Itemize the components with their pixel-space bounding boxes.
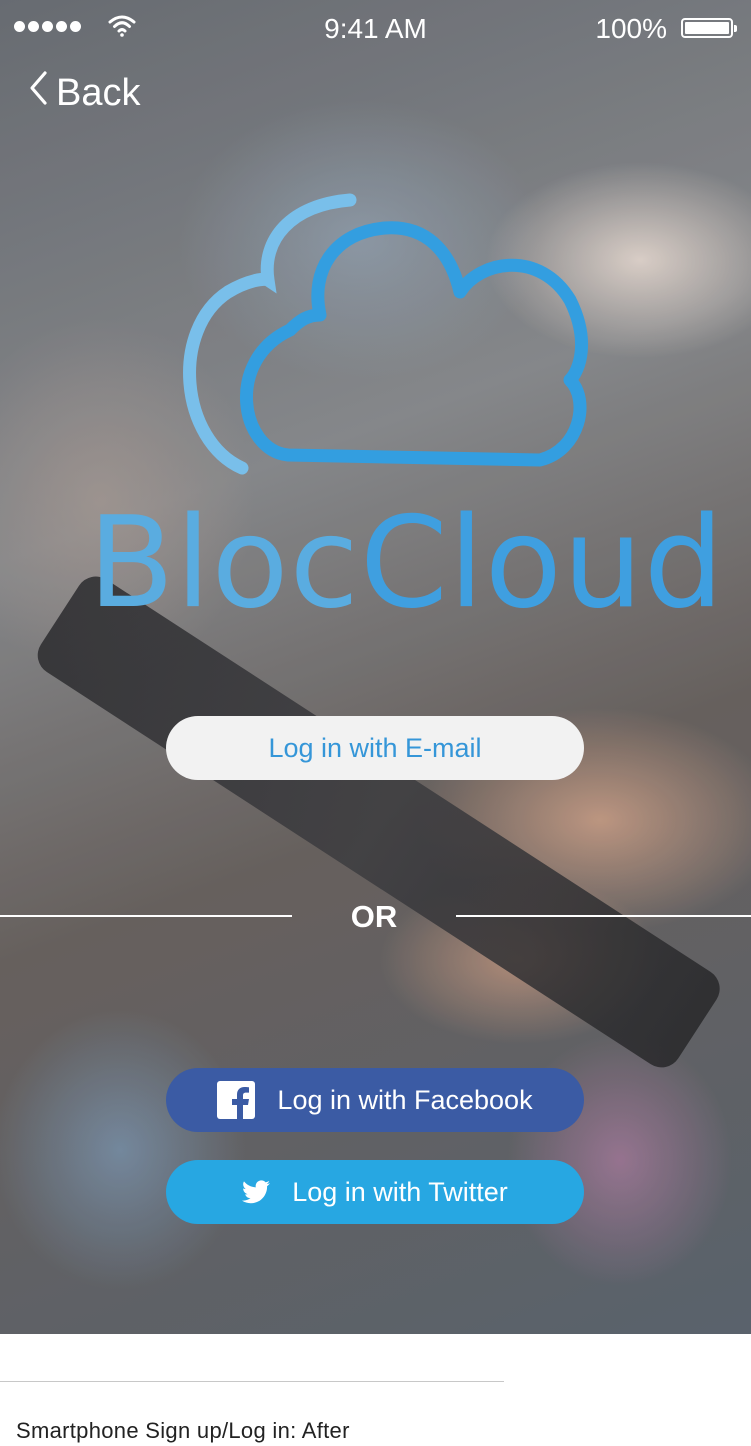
login-email-button[interactable]: Log in with E-mail: [166, 716, 584, 780]
cloud-logo-icon: [170, 180, 610, 485]
status-bar: 9:41 AM 100%: [0, 0, 751, 56]
login-facebook-button[interactable]: Log in with Facebook: [166, 1068, 584, 1132]
brand-name-part2: Cloud: [359, 489, 725, 636]
brand-name-part1: Bloc: [88, 489, 360, 636]
or-label: OR: [350, 899, 398, 934]
twitter-icon: [242, 1180, 271, 1204]
or-divider: OR: [0, 893, 751, 943]
login-email-label: Log in with E-mail: [268, 732, 482, 763]
battery-level: [685, 22, 729, 34]
facebook-icon: [217, 1081, 256, 1119]
battery-percentage: 100%: [595, 13, 667, 44]
phone-screen: 9:41 AM 100% Back BlocCloud Log in with …: [0, 0, 751, 1334]
back-label: Back: [56, 71, 141, 114]
login-twitter-button[interactable]: Log in with Twitter: [166, 1160, 584, 1224]
divider-line-right: [456, 915, 751, 917]
chevron-left-icon: [28, 70, 56, 116]
login-facebook-label: Log in with Facebook: [277, 1084, 533, 1115]
back-button[interactable]: Back: [28, 70, 140, 116]
battery-icon: [681, 18, 737, 38]
brand-wordmark: BlocCloud: [88, 500, 725, 626]
screen-caption: Smartphone Sign up/Log in: After: [16, 1418, 350, 1443]
divider-line-left: [0, 915, 292, 917]
caption-divider: [0, 1381, 504, 1382]
login-twitter-label: Log in with Twitter: [292, 1176, 508, 1207]
